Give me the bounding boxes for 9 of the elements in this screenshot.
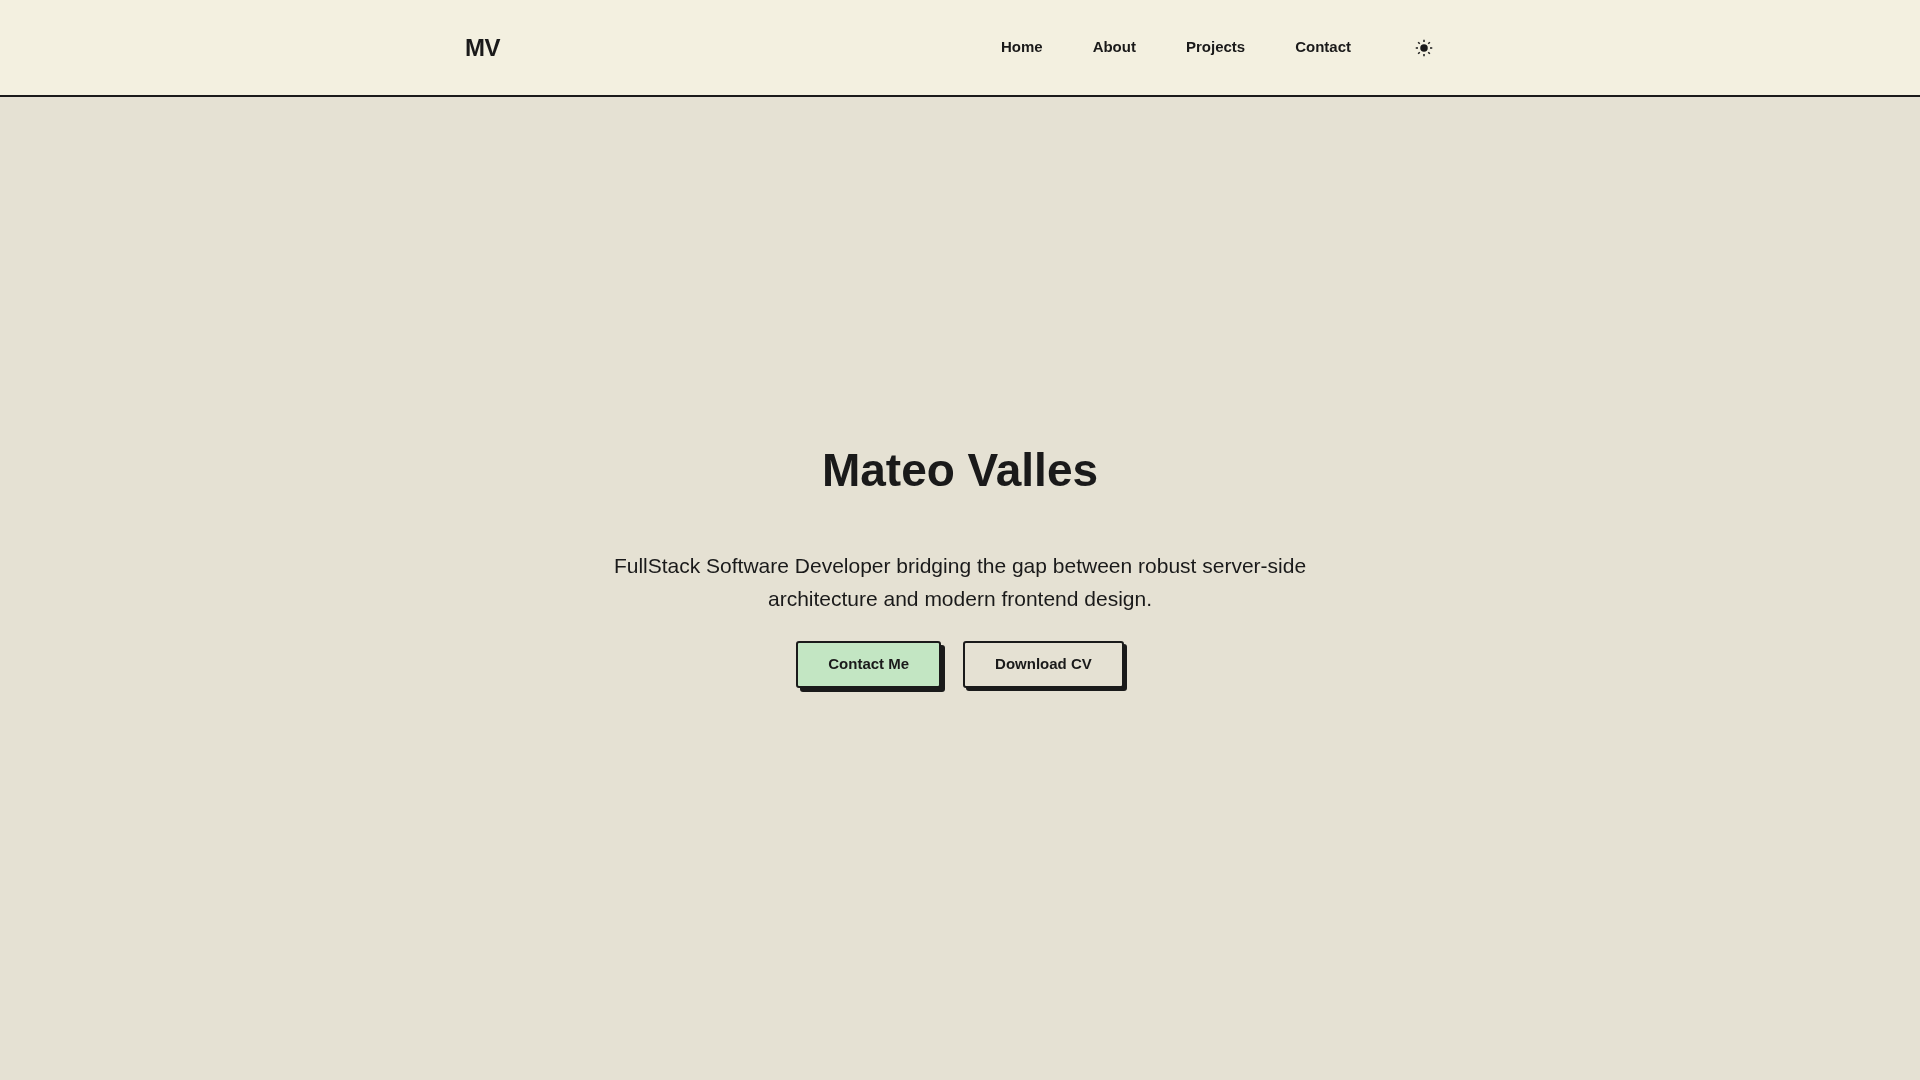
hero-description: FullStack Software Developer bridging the gap between robust server-side architecture and modern frontend design. (612, 553, 1308, 612)
hero-title: Mateo Valles (821, 447, 1099, 493)
nav-link[interactable]: About (1092, 36, 1136, 59)
download-button[interactable]: Download CV (963, 641, 1124, 688)
logo[interactable]: MV (465, 29, 500, 66)
nav-link[interactable]: Home (1000, 36, 1043, 59)
sun-icon (1415, 38, 1433, 57)
nav-link[interactable]: Projects (1185, 36, 1246, 59)
nav-link[interactable]: Contact (1295, 36, 1351, 59)
